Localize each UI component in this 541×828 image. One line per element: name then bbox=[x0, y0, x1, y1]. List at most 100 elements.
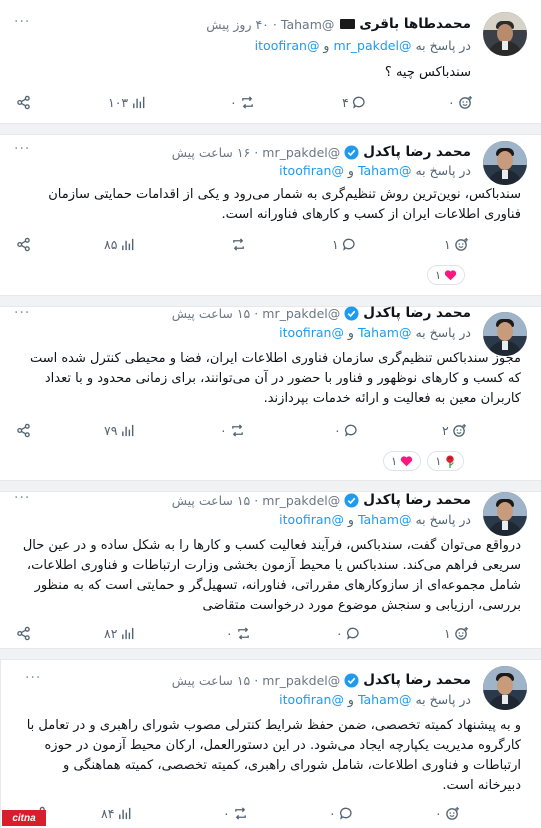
repost-icon bbox=[233, 238, 244, 251]
share-button[interactable] bbox=[16, 237, 31, 252]
more-options-icon[interactable]: ··· bbox=[25, 670, 41, 686]
comment-button[interactable]: ۱ bbox=[332, 237, 357, 252]
post-5: محمد رضا پاکدل @mr_pakdel · ۱۵ ساعت پیش … bbox=[0, 660, 541, 828]
views-counter[interactable]: ۸۲ bbox=[104, 626, 135, 641]
repost-button[interactable]: ۰ bbox=[230, 95, 255, 110]
author-name[interactable]: محمدطاها باقری bbox=[359, 16, 471, 32]
comment-button[interactable]: ۴ bbox=[342, 95, 367, 110]
views-icon bbox=[122, 424, 134, 437]
author-name[interactable]: محمد رضا پاکدل bbox=[363, 144, 471, 160]
reply-mention[interactable]: @Taham bbox=[358, 512, 412, 527]
comment-button[interactable]: ۰ bbox=[336, 626, 361, 641]
comment-button[interactable]: ۰ bbox=[329, 806, 354, 821]
avatar[interactable] bbox=[483, 141, 527, 185]
like-button[interactable]: ۱ bbox=[444, 626, 469, 641]
views-counter[interactable]: ۸۵ bbox=[104, 237, 135, 252]
repost-button[interactable]: ۰ bbox=[220, 423, 245, 438]
verified-badge-icon bbox=[344, 492, 359, 508]
more-options-icon[interactable]: ··· bbox=[14, 14, 30, 30]
reaction-rose[interactable]: ۱ bbox=[427, 451, 465, 471]
action-bar: ۷۹ ۰ ۰ ۲ bbox=[16, 423, 466, 441]
divider bbox=[0, 480, 541, 492]
views-counter[interactable]: ۱۰۳ bbox=[108, 95, 146, 110]
action-bar: ۸۲ ۰ ۰ ۱ bbox=[16, 626, 469, 644]
comment-button[interactable]: ۰ bbox=[334, 423, 359, 438]
like-button[interactable]: ۰ bbox=[435, 806, 460, 821]
post-time[interactable]: ۱۵ ساعت پیش bbox=[172, 493, 251, 508]
reaction-heart[interactable]: ۱ bbox=[427, 265, 466, 285]
post-body: سندباکس، نوین‌ترین روش تنظیم‌گری به شمار… bbox=[48, 187, 521, 222]
add-reaction-icon bbox=[454, 626, 468, 640]
post-time[interactable]: ۱۶ ساعت پیش bbox=[172, 145, 251, 160]
author-handle[interactable]: @mr_pakdel bbox=[262, 145, 340, 160]
post-2: محمد رضا پاکدل @mr_pakdel · ۱۶ ساعت پیش … bbox=[0, 135, 541, 295]
more-options-icon[interactable]: ··· bbox=[14, 141, 30, 157]
post-time[interactable]: ۱۵ ساعت پیش bbox=[172, 673, 251, 688]
reply-mention[interactable]: @Taham bbox=[358, 163, 412, 178]
author-name[interactable]: محمد رضا پاکدل bbox=[363, 492, 471, 508]
post-body: مجوز سندباکس تنظیم‌گری سازمان فناوری اطل… bbox=[29, 351, 521, 406]
citna-watermark-logo: citna bbox=[2, 810, 46, 826]
comment-icon bbox=[346, 627, 359, 640]
reply-mention[interactable]: @itoofiran bbox=[279, 692, 344, 707]
reply-mention[interactable]: @itoofiran bbox=[279, 325, 344, 340]
add-reaction-icon bbox=[452, 423, 466, 437]
views-counter[interactable]: ۷۹ bbox=[104, 423, 135, 438]
reply-context: در پاسخ به @mr_pakdel و @itoofiran bbox=[254, 38, 471, 53]
more-options-icon[interactable]: ··· bbox=[14, 305, 30, 321]
action-bar: ۸۵ ۱ ۱ bbox=[16, 237, 469, 255]
share-button[interactable] bbox=[16, 423, 31, 438]
repost-icon bbox=[231, 424, 243, 437]
author-handle[interactable]: @mr_pakdel bbox=[262, 493, 340, 508]
author-handle[interactable]: @mr_pakdel bbox=[262, 673, 340, 688]
post-time[interactable]: ۴۰ روز پیش bbox=[206, 17, 269, 32]
add-reaction-icon bbox=[445, 806, 459, 820]
post-body: درواقع می‌توان گفت، سندباکس، فرآیند فعال… bbox=[22, 538, 521, 613]
action-bar: ۱۰۳ ۰ ۴ ۰ bbox=[16, 95, 472, 113]
reply-mention[interactable]: @itoofiran bbox=[255, 38, 320, 53]
reply-context: در پاسخ به @Taham و @itoofiran bbox=[279, 512, 471, 527]
repost-button[interactable] bbox=[228, 237, 246, 252]
reply-context: در پاسخ به @Taham و @itoofiran bbox=[279, 692, 471, 707]
reply-mention[interactable]: @mr_pakdel bbox=[333, 38, 411, 53]
rose-icon bbox=[446, 454, 455, 468]
verified-badge-icon bbox=[344, 305, 359, 321]
like-button[interactable]: ۱ bbox=[444, 237, 469, 252]
author-handle[interactable]: @mr_pakdel bbox=[262, 306, 340, 321]
like-button[interactable]: ۲ bbox=[442, 423, 467, 438]
reply-mention[interactable]: @Taham bbox=[358, 692, 412, 707]
avatar[interactable] bbox=[483, 12, 527, 56]
views-icon bbox=[119, 807, 131, 820]
post-4: محمد رضا پاکدل @mr_pakdel · ۱۵ ساعت پیش … bbox=[0, 490, 541, 654]
post-time[interactable]: ۱۵ ساعت پیش bbox=[172, 306, 251, 321]
verified-badge-icon bbox=[344, 672, 359, 688]
repost-button[interactable]: ۰ bbox=[223, 806, 248, 821]
reply-mention[interactable]: @itoofiran bbox=[279, 163, 344, 178]
heart-icon bbox=[401, 456, 413, 467]
like-button[interactable]: ۰ bbox=[448, 95, 473, 110]
reaction-heart[interactable]: ۱ bbox=[383, 451, 422, 471]
views-icon bbox=[122, 627, 134, 640]
reply-mention[interactable]: @Taham bbox=[358, 325, 412, 340]
avatar[interactable] bbox=[483, 666, 527, 710]
divider bbox=[0, 648, 541, 660]
repost-button[interactable]: ۰ bbox=[226, 626, 251, 641]
share-button[interactable] bbox=[16, 626, 31, 641]
author-handle[interactable]: @Taham bbox=[281, 17, 335, 32]
reply-context: در پاسخ به @Taham و @itoofiran bbox=[279, 325, 471, 340]
views-counter[interactable]: ۸۴ bbox=[101, 806, 132, 821]
share-icon bbox=[17, 626, 30, 641]
reply-mention[interactable]: @itoofiran bbox=[279, 512, 344, 527]
author-name[interactable]: محمد رضا پاکدل bbox=[363, 672, 471, 688]
heart-icon bbox=[445, 270, 457, 281]
author-name[interactable]: محمد رضا پاکدل bbox=[363, 305, 471, 321]
avatar[interactable] bbox=[483, 492, 527, 536]
share-button[interactable] bbox=[16, 95, 31, 110]
more-options-icon[interactable]: ··· bbox=[14, 490, 30, 506]
divider bbox=[0, 123, 541, 135]
comment-icon bbox=[339, 807, 352, 820]
verified-badge-icon bbox=[344, 144, 359, 160]
views-icon bbox=[133, 96, 145, 109]
post-body: سندباکس چیه ؟ bbox=[384, 65, 471, 80]
share-icon bbox=[17, 423, 30, 438]
